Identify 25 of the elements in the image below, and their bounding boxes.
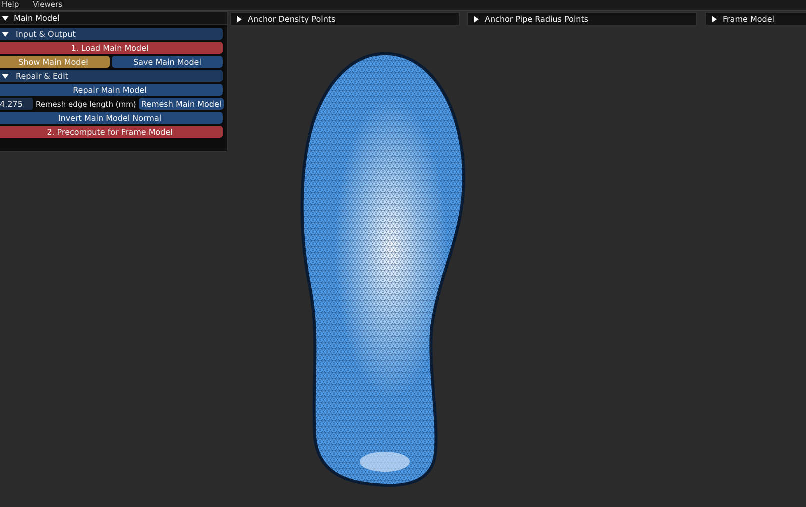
expand-arrow-icon[interactable]: [236, 16, 243, 22]
action-button[interactable]: Repair Main Model: [0, 84, 223, 96]
collapse-arrow-icon[interactable]: [2, 30, 9, 38]
action-button[interactable]: 1. Load Main Model: [0, 42, 223, 54]
panel-title: Anchor Density Points: [248, 14, 336, 24]
collapse-arrow-icon[interactable]: [2, 14, 9, 22]
panel-title-bar[interactable]: Main Model: [0, 12, 227, 25]
panel-title: Anchor Pipe Radius Points: [485, 14, 589, 24]
action-button[interactable]: 2. Precompute for Frame Model: [0, 126, 223, 138]
expand-arrow-icon[interactable]: [473, 16, 480, 22]
expand-arrow-icon[interactable]: [711, 16, 718, 22]
section-title: Input & Output: [16, 30, 76, 38]
panel-title-bar[interactable]: Anchor Pipe Radius Points: [468, 13, 696, 26]
panel-title: Frame Model: [723, 14, 774, 24]
section-title: Repair & Edit: [16, 72, 68, 80]
action-button[interactable]: Remesh Main Model: [139, 98, 224, 110]
panel-title-bar[interactable]: Frame Model: [706, 13, 806, 26]
section-header[interactable]: Repair & Edit: [0, 70, 223, 82]
section-header[interactable]: Input & Output: [0, 28, 223, 40]
edge-length-field[interactable]: 4.275: [0, 98, 33, 110]
action-button[interactable]: Invert Main Model Normal: [0, 112, 223, 124]
collapse-arrow-icon[interactable]: [2, 72, 9, 80]
panel-title-bar[interactable]: Anchor Density Points: [231, 13, 459, 26]
panel-title: Main Model: [14, 14, 60, 22]
action-button[interactable]: Save Main Model: [112, 56, 224, 68]
